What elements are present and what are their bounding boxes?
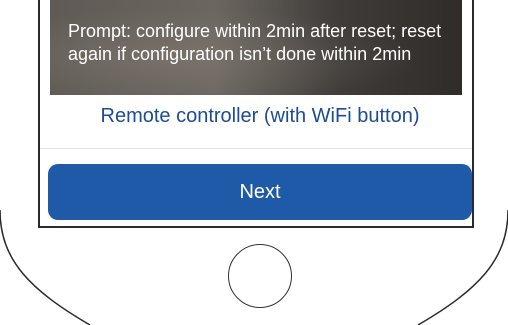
prompt-card: Prompt: configure within 2min after rese… (50, 0, 462, 95)
phone-mockup: Prompt: configure within 2min after rese… (0, 0, 508, 325)
remote-controller-option[interactable]: Remote controller (with WiFi button) (50, 103, 470, 129)
next-button[interactable]: Next (48, 164, 472, 220)
home-button[interactable] (228, 244, 292, 308)
phone-screen: Prompt: configure within 2min after rese… (38, 0, 474, 228)
prompt-text: Prompt: configure within 2min after rese… (68, 21, 442, 64)
divider (40, 148, 472, 149)
